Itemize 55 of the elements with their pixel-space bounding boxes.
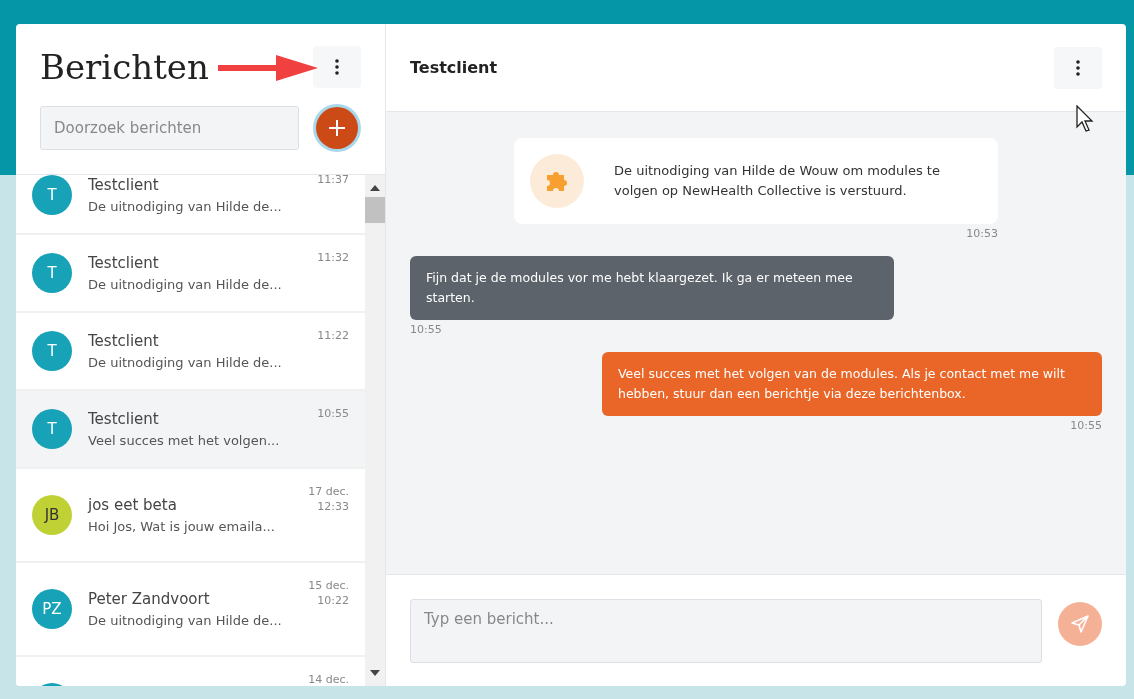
send-button[interactable] [1058,601,1102,646]
more-options-button[interactable] [313,46,361,88]
message-preview: De uitnodiging van Hilde de... [88,277,283,292]
contact-name: Testclient [88,254,160,272]
conversation-item[interactable]: T Testclient De uitnodiging van Hilde de... 11:22 [16,313,365,389]
sent-message: Veel succes met het volgen van de modules. Als je contact met me wilt hebben, stuur dan een berichtje via deze berichtenbox. [602,352,1102,416]
conversation-item[interactable]: PZ Peter Zandvoort De uitnodiging van Hilde de... 15 dec. 10:22 [16,563,365,655]
avatar: JB [32,495,72,535]
new-message-button[interactable] [313,104,361,152]
conversation-item[interactable]: T Testclient De uitnodiging van Hilde de... 11:37 [16,175,365,233]
message-preview: De uitnodiging van Hilde de... [88,355,283,370]
avatar: PZ [32,589,72,629]
contact-name: Testclient [88,410,160,428]
conversation-item[interactable]: 14 dec. [16,657,365,686]
more-icon [1076,59,1080,76]
time-label: 10:22 [317,594,349,607]
conversation-item[interactable]: T Testclient Veel succes met het volgen... 10:55 [16,391,365,467]
message-field[interactable]: Typ een bericht... [410,598,1042,663]
date-label: 15 dec. [308,579,349,592]
scroll-down-icon[interactable] [370,670,380,676]
chat-title: Testclient [410,58,498,77]
time-label: 10:53 [966,227,998,240]
time-label: 11:37 [317,175,349,186]
date-label: 14 dec. [308,673,349,686]
conversation-item[interactable]: T Testclient De uitnodiging van Hilde de... 11:32 [16,235,365,311]
time-label: 10:55 [410,323,442,336]
avatar: T [32,331,72,371]
time-label: 12:33 [317,500,349,513]
avatar: T [32,175,72,215]
message-preview: De uitnodiging van Hilde de... [88,199,283,214]
send-icon [1070,613,1090,634]
contact-name: Peter Zandvoort [88,590,211,608]
time-label: 10:55 [317,407,349,420]
puzzle-icon [530,154,584,208]
conversation-item[interactable]: JB jos eet beta Hoi Jos, Wat is jouw emaila... 17 dec. 12:33 [16,469,365,561]
message-preview: Veel succes met het volgen... [88,433,281,448]
page-title: Berichten [40,47,209,87]
contact-name: jos eet beta [88,496,178,514]
time-label: 10:55 [1070,419,1102,432]
contact-name: Testclient [88,332,160,350]
scrollbar-thumb[interactable] [365,197,385,223]
time-label: 11:22 [317,329,349,342]
time-label: 11:32 [317,251,349,264]
message-text: De uitnodiging van Hilde de Wouw om modules te volgen op NewHealth Collective is verstuurd. [614,162,941,200]
received-message: Fijn dat je de modules vor me hebt klaargezet. Ik ga er meteen mee starten. [410,256,894,320]
scroll-up-icon[interactable] [370,185,380,191]
contact-name: Testclient [88,176,160,194]
avatar: T [32,409,72,449]
search-field[interactable]: Doorzoek berichten [40,106,300,150]
message-preview: De uitnodiging van Hilde de... [88,613,283,628]
avatar: T [32,253,72,293]
date-label: 17 dec. [308,485,349,498]
message-preview: Hoi Jos, Wat is jouw emaila... [88,519,276,534]
plus-icon [328,119,347,137]
more-icon [335,59,339,75]
